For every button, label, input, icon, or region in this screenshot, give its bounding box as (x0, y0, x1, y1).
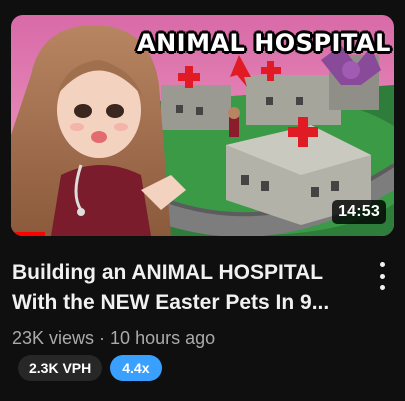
vertical-ellipsis-icon (379, 262, 385, 267)
video-title[interactable]: Building an ANIMAL HOSPITAL With the NEW… (12, 258, 362, 318)
video-duration: 14:53 (332, 200, 386, 224)
watch-progress-bar (11, 232, 46, 236)
stats-badges: 2.3K VPH 4.4x (18, 355, 162, 381)
video-title-line-1: Building an ANIMAL HOSPITAL (12, 261, 324, 284)
video-metadata: 23K views · 10 hours ago (12, 328, 215, 349)
view-count: 23K views (12, 328, 95, 348)
metadata-separator: · (99, 328, 106, 348)
vertical-ellipsis-icon (379, 285, 385, 290)
outlier-multiplier-badge: 4.4x (110, 355, 162, 381)
video-thumbnail[interactable]: ANIMAL HOSPITAL 14:53 (11, 15, 394, 236)
vertical-ellipsis-icon (379, 273, 385, 279)
video-card[interactable]: ANIMAL HOSPITAL 14:53 Building an ANIMAL… (0, 0, 405, 401)
more-options-button[interactable] (372, 262, 392, 290)
upload-age: 10 hours ago (110, 328, 216, 348)
thumbnail-banner-text: ANIMAL HOSPITAL (137, 29, 391, 57)
video-title-line-2: With the NEW Easter Pets In 9... (12, 291, 330, 314)
vph-badge: 2.3K VPH (18, 355, 103, 381)
